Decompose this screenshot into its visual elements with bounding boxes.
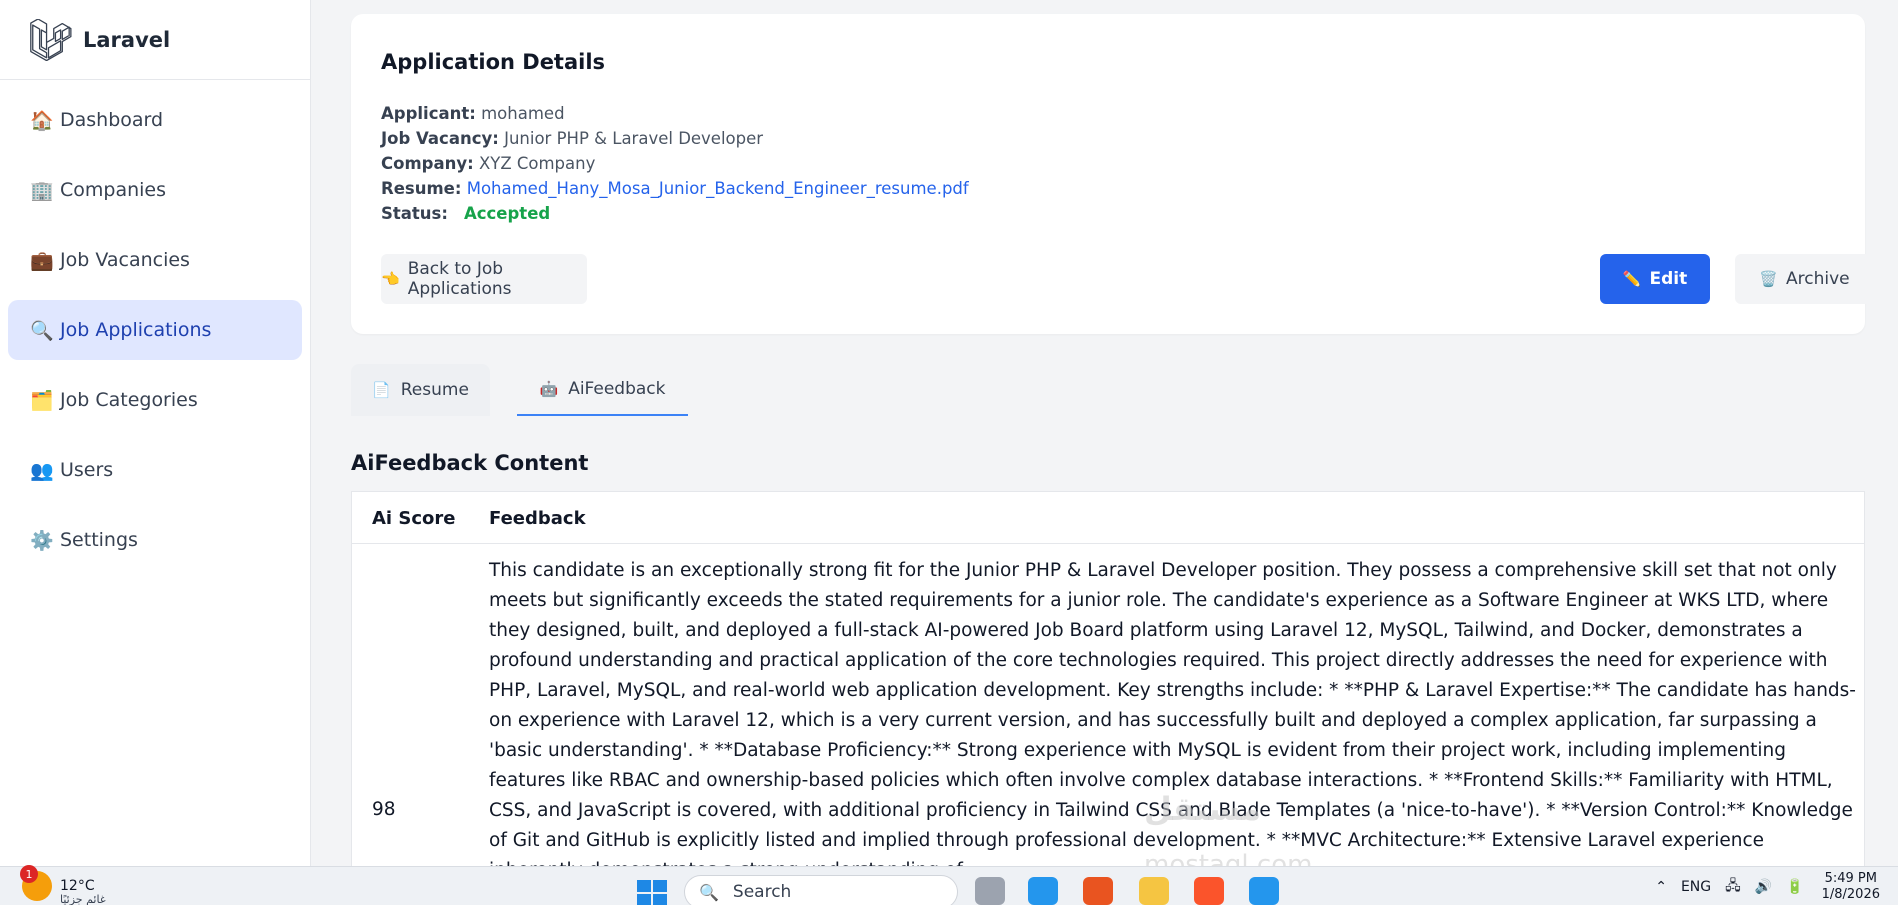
- taskbar-search[interactable]: 🔍 Search: [684, 875, 958, 905]
- users-icon: 👥: [30, 459, 54, 482]
- search-icon: 🔍: [699, 882, 719, 902]
- office-building-icon: 🏢: [30, 179, 54, 202]
- sidebar-item-label: Users: [60, 459, 114, 481]
- status-badge: Accepted: [463, 204, 551, 223]
- vacancy-row: Job Vacancy: Junior PHP & Laravel Develo…: [381, 126, 969, 151]
- document-icon: 📄: [372, 381, 391, 399]
- ai-score-value: 98: [372, 799, 396, 820]
- applicant-value: mohamed: [481, 104, 565, 123]
- resume-link[interactable]: Mohamed_Hany_Mosa_Junior_Backend_Enginee…: [467, 179, 969, 198]
- edit-button[interactable]: ✏️ Edit: [1600, 254, 1710, 304]
- application-details-card: Application Details Applicant: mohamed J…: [351, 14, 1874, 334]
- brand[interactable]: Laravel: [0, 0, 310, 80]
- sidebar-nav: 🏠 Dashboard 🏢 Companies 💼 Job Vacancies …: [0, 80, 310, 590]
- sidebar-item-label: Settings: [60, 529, 138, 551]
- column-header-feedback: Feedback: [489, 508, 586, 529]
- tab-aifeedback[interactable]: 🤖 AiFeedback: [517, 364, 688, 416]
- archive-button[interactable]: 🗑️ Archive: [1735, 254, 1874, 304]
- taskbar: 1 12°C غائم جزئيًا 🔍 Search ⌃ ENG 🖧 🔊 🔋 …: [0, 865, 1898, 905]
- sidebar-item-label: Job Applications: [60, 319, 212, 341]
- sidebar-item-job-vacancies[interactable]: 💼 Job Vacancies: [8, 230, 302, 290]
- company-value: XYZ Company: [478, 154, 596, 173]
- company-label: Company:: [381, 154, 474, 173]
- applicant-label: Applicant:: [381, 104, 476, 123]
- company-row: Company: XYZ Company: [381, 151, 969, 176]
- language-indicator[interactable]: ENG: [1681, 879, 1711, 895]
- sidebar-item-settings[interactable]: ⚙️ Settings: [8, 510, 302, 570]
- task-view-icon[interactable]: [975, 877, 1005, 905]
- main-content: Application Details Applicant: mohamed J…: [312, 0, 1898, 866]
- gear-icon: ⚙️: [30, 529, 54, 552]
- sidebar-item-job-applications[interactable]: 🔍 Job Applications: [8, 300, 302, 360]
- tab-label: Resume: [400, 380, 469, 400]
- temperature: 12°C: [60, 878, 95, 894]
- status-row: Status: Accepted: [381, 201, 969, 226]
- back-to-applications-button[interactable]: 👈 Back to Job Applications: [381, 254, 587, 304]
- back-button-label: Back to Job Applications: [407, 259, 512, 299]
- sidebar-item-job-categories[interactable]: 🗂️ Job Categories: [8, 370, 302, 430]
- sidebar-item-users[interactable]: 👥 Users: [8, 440, 302, 500]
- feedback-table: Ai Score Feedback 98 This candidate is a…: [351, 491, 1865, 866]
- battery-icon[interactable]: 🔋: [1786, 879, 1803, 895]
- windows-start-icon[interactable]: [637, 880, 667, 905]
- docker-icon[interactable]: [1028, 877, 1058, 905]
- weather-icon: 1: [20, 865, 52, 901]
- sidebar-item-label: Job Categories: [60, 389, 198, 411]
- brand-name: Laravel: [83, 27, 171, 52]
- home-icon: 🏠: [30, 109, 54, 132]
- docker-desktop-icon[interactable]: [1249, 877, 1279, 905]
- sidebar-item-label: Dashboard: [60, 109, 164, 131]
- applicant-row: Applicant: mohamed: [381, 101, 969, 126]
- clock[interactable]: 5:49 PM 1/8/2026: [1822, 871, 1880, 903]
- sidebar-item-label: Companies: [60, 179, 167, 201]
- edit-button-label: Edit: [1649, 269, 1688, 289]
- archive-button-label: Archive: [1786, 269, 1850, 289]
- brave-browser-icon[interactable]: [1194, 877, 1224, 905]
- clock-time: 5:49 PM: [1824, 870, 1877, 886]
- weather-condition: غائم جزئيًا: [60, 893, 106, 905]
- robot-icon: 🤖: [539, 380, 559, 398]
- tab-label: AiFeedback: [568, 379, 666, 399]
- volume-icon[interactable]: 🔊: [1755, 879, 1772, 895]
- clock-date: 1/8/2026: [1821, 886, 1880, 902]
- sidebar: Laravel 🏠 Dashboard 🏢 Companies 💼 Job Va…: [0, 0, 311, 866]
- card-title: Application Details: [381, 50, 606, 74]
- details-list: Applicant: mohamed Job Vacancy: Junior P…: [381, 101, 969, 226]
- notification-badge: 1: [20, 865, 38, 883]
- resume-label: Resume:: [381, 179, 462, 198]
- sidebar-item-label: Job Vacancies: [60, 249, 190, 271]
- magnifier-icon: 🔍: [30, 319, 54, 342]
- pointing-hand-icon: 👈: [381, 270, 400, 288]
- resume-row: Resume: Mohamed_Hany_Mosa_Junior_Backend…: [381, 176, 969, 201]
- file-explorer-icon[interactable]: [1139, 877, 1169, 905]
- laravel-logo-icon: [30, 18, 72, 61]
- section-title: AiFeedback Content: [351, 451, 589, 475]
- sidebar-item-companies[interactable]: 🏢 Companies: [8, 160, 302, 220]
- system-tray: ⌃ ENG 🖧 🔊 🔋 5:49 PM 1/8/2026: [1641, 867, 1898, 905]
- status-label: Status:: [381, 204, 448, 223]
- network-icon[interactable]: 🖧: [1725, 875, 1741, 899]
- table-header: Ai Score Feedback: [352, 492, 1864, 544]
- trash-icon: 🗑️: [1759, 270, 1779, 288]
- search-label: Search: [732, 882, 792, 902]
- watermark-arabic: مستقل: [1144, 790, 1262, 828]
- watermark-latin: mostaql.com: [1144, 850, 1313, 866]
- ubuntu-icon[interactable]: [1083, 877, 1113, 905]
- column-header-score: Ai Score: [372, 508, 456, 529]
- vacancy-value: Junior PHP & Laravel Developer: [504, 129, 764, 148]
- pencil-icon: ✏️: [1622, 270, 1642, 288]
- vacancy-label: Job Vacancy:: [381, 129, 499, 148]
- briefcase-icon: 💼: [30, 249, 54, 272]
- chevron-up-icon[interactable]: ⌃: [1655, 879, 1667, 895]
- tab-resume[interactable]: 📄 Resume: [351, 364, 490, 416]
- sidebar-item-dashboard[interactable]: 🏠 Dashboard: [8, 90, 302, 150]
- folder-icon: 🗂️: [30, 389, 54, 412]
